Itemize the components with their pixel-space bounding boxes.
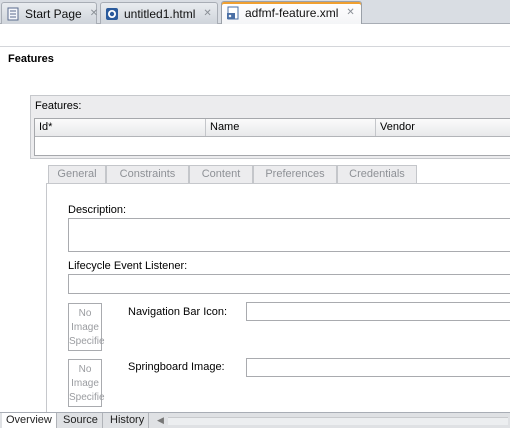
features-panel: Features: Id* Name Vendor xyxy=(30,95,510,159)
tab-label: Start Page xyxy=(25,6,82,21)
html-file-icon xyxy=(106,7,118,20)
springboard-image-label: Springboard Image: xyxy=(128,361,225,373)
tab-adfmf-feature-xml[interactable]: adfmf-feature.xml ✕ xyxy=(221,1,362,24)
xml-file-icon xyxy=(227,6,239,20)
general-panel: Description: Lifecycle Event Listener: N… xyxy=(46,183,510,423)
lifecycle-listener-field[interactable] xyxy=(68,274,510,294)
features-caption: Features: xyxy=(35,100,82,112)
column-header-vendor[interactable]: Vendor xyxy=(376,119,510,136)
close-icon[interactable]: ✕ xyxy=(203,8,211,19)
springboard-image-field[interactable] xyxy=(246,358,510,377)
navbar-icon-label: Navigation Bar Icon: xyxy=(128,306,228,318)
tab-history[interactable]: History xyxy=(106,413,150,428)
navbar-icon-preview: No Image Specifie xyxy=(68,303,105,351)
tab-source[interactable]: Source xyxy=(59,413,103,428)
editor-view-tabs: Overview Source History ◀ xyxy=(0,412,510,428)
tab-preferences[interactable]: Preferences xyxy=(253,165,337,183)
springboard-image-preview: No Image Specifie xyxy=(68,359,105,407)
close-icon[interactable]: ✕ xyxy=(90,8,98,19)
header-divider xyxy=(0,46,510,47)
tab-overview[interactable]: Overview xyxy=(2,413,57,428)
tab-credentials[interactable]: Credentials xyxy=(337,165,417,183)
tab-label: adfmf-feature.xml xyxy=(245,6,339,20)
editor-tab-strip: Start Page ✕ untitled1.html ✕ adfmf-feat… xyxy=(0,0,510,24)
tab-untitled1-html[interactable]: untitled1.html ✕ xyxy=(100,2,218,24)
scroll-left-icon[interactable]: ◀ xyxy=(157,415,164,426)
tab-start-page[interactable]: Start Page ✕ xyxy=(1,2,98,24)
column-header-id[interactable]: Id* xyxy=(35,119,206,136)
description-field[interactable] xyxy=(68,218,510,252)
table-header: Id* Name Vendor xyxy=(35,119,510,137)
lifecycle-listener-label: Lifecycle Event Listener: xyxy=(68,260,188,272)
tab-content[interactable]: Content xyxy=(189,165,253,183)
column-header-name[interactable]: Name xyxy=(206,119,376,136)
tab-general[interactable]: General xyxy=(48,165,106,183)
horizontal-scrollbar[interactable] xyxy=(168,417,508,425)
tab-label: untitled1.html xyxy=(124,6,196,21)
page-title: Features xyxy=(8,53,54,65)
close-icon[interactable]: ✕ xyxy=(346,8,354,18)
description-label: Description: xyxy=(68,204,127,216)
features-table[interactable]: Id* Name Vendor xyxy=(34,118,510,156)
tab-constraints[interactable]: Constraints xyxy=(106,165,189,183)
document-icon xyxy=(7,7,19,20)
navbar-icon-field[interactable] xyxy=(246,302,510,321)
